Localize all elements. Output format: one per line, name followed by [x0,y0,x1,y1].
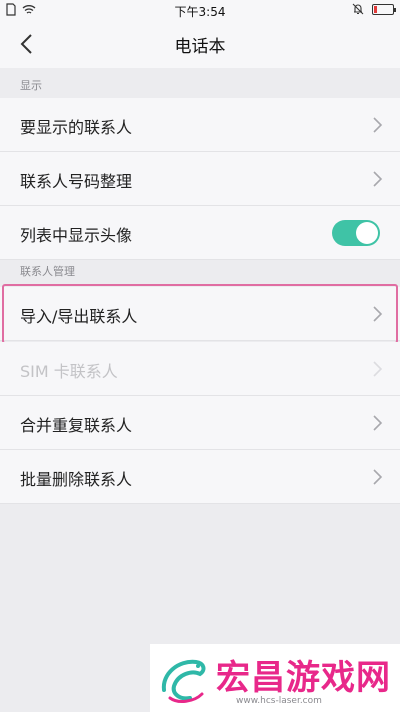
row-label: 要显示的联系人 [20,118,133,137]
row-label: 列表中显示头像 [20,226,133,245]
battery-icon [372,3,396,15]
row-label: 批量删除联系人 [20,470,133,489]
row-batch-delete[interactable]: 批量删除联系人 [0,450,400,504]
watermark-card: 宏昌游戏网 www.hcs-laser.com [150,644,400,712]
row-label: 联系人号码整理 [20,172,133,191]
section-header-contacts: 联系人管理 [20,265,75,278]
status-right [352,3,396,15]
row-label: SIM 卡联系人 [20,362,118,381]
page-title: 电话本 [174,37,226,57]
chevron-right-icon [373,361,383,377]
show-avatar-toggle[interactable] [332,220,380,246]
chevron-right-icon [373,117,383,133]
watermark-url: www.hcs-laser.com [236,696,322,706]
section-header-display: 显示 [20,79,42,92]
chevron-right-icon [373,469,383,485]
row-show-contacts[interactable]: 要显示的联系人 [0,98,400,152]
nav-bar: 电话本 [0,20,400,68]
mute-bell-icon [352,3,364,15]
row-show-avatar: 列表中显示头像 [0,206,400,260]
row-merge-duplicates[interactable]: 合并重复联系人 [0,396,400,450]
toggle-knob [356,222,378,244]
chevron-right-icon [373,415,383,431]
dragon-logo-icon [161,659,206,703]
watermark-name: 宏昌游戏网 [216,658,391,698]
highlight-frame [2,284,398,344]
status-time: 下午3:54 [174,5,226,19]
chevron-right-icon [373,171,383,187]
row-organize-numbers[interactable]: 联系人号码整理 [0,152,400,206]
row-label: 合并重复联系人 [20,416,133,435]
status-bar: 下午3:54 [0,0,400,20]
row-sim-contacts: SIM 卡联系人 [0,342,400,396]
